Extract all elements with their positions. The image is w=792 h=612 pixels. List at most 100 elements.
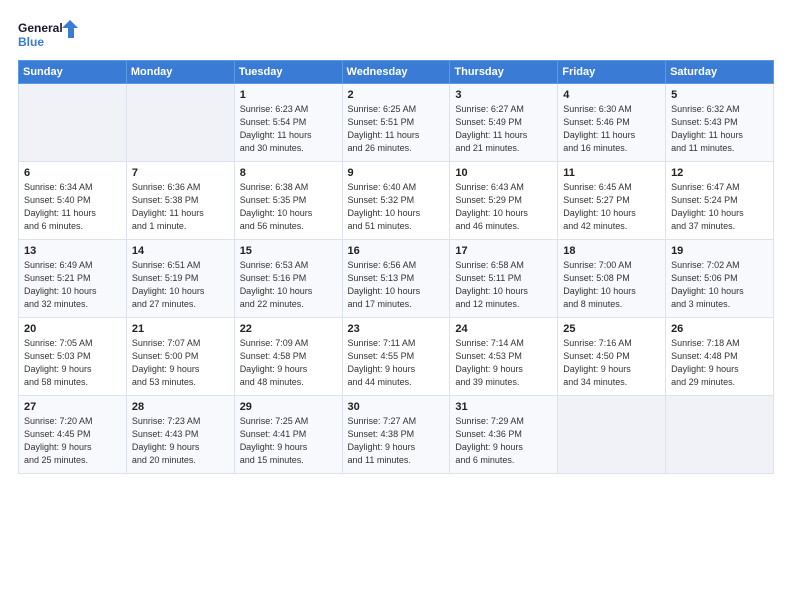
day-number: 30 [348,401,445,413]
calendar-cell: 1 Sunrise: 6:23 AM Sunset: 5:54 PM Daylig… [234,84,342,162]
calendar-cell: 16Sunrise: 6:56 AM Sunset: 5:13 PM Dayli… [342,240,450,318]
day-number: 18 [563,245,660,257]
calendar-cell: 28 Sunrise: 7:23 AM Sunset: 4:43 PM Dayli… [126,396,234,474]
day-number: 11 [563,167,660,179]
day-number: 2 [348,89,445,101]
weekday-header-thursday: Thursday [450,61,558,84]
day-number: 5 [671,89,768,101]
calendar-table: SundayMondayTuesdayWednesdayThursdayFrid… [18,60,774,474]
day-detail: Sunrise: 6:23 AM Sunset: 5:54 PM Dayligh… [240,103,337,155]
day-detail: Sunrise: 6:40 AM Sunset: 5:32 PM Dayligh… [348,181,445,233]
day-detail: Sunrise: 7:18 AM Sunset: 4:48 PM Dayligh… [671,337,768,389]
calendar-week-row: 6 Sunrise: 6:34 AM Sunset: 5:40 PM Daylig… [19,162,774,240]
calendar-week-row: 13 Sunrise: 6:49 AM Sunset: 5:21 PM Dayli… [19,240,774,318]
day-number: 13 [24,245,121,257]
svg-text:Blue: Blue [18,35,44,49]
day-number: 28 [132,401,229,413]
calendar-cell: 13 Sunrise: 6:49 AM Sunset: 5:21 PM Dayli… [19,240,127,318]
day-detail: Sunrise: 6:45 AM Sunset: 5:27 PM Dayligh… [563,181,660,233]
calendar-week-row: 27Sunrise: 7:20 AM Sunset: 4:45 PM Dayli… [19,396,774,474]
day-detail: Sunrise: 6:25 AM Sunset: 5:51 PM Dayligh… [348,103,445,155]
calendar-cell: 25 Sunrise: 7:16 AM Sunset: 4:50 PM Dayli… [558,318,666,396]
day-number: 21 [132,323,229,335]
calendar-cell: 20Sunrise: 7:05 AM Sunset: 5:03 PM Dayli… [19,318,127,396]
calendar-cell: 30 Sunrise: 7:27 AM Sunset: 4:38 PM Dayli… [342,396,450,474]
logo: General Blue [18,18,78,50]
calendar-week-row: 1 Sunrise: 6:23 AM Sunset: 5:54 PM Daylig… [19,84,774,162]
day-number: 15 [240,245,337,257]
day-number: 1 [240,89,337,101]
weekday-header-monday: Monday [126,61,234,84]
day-detail: Sunrise: 7:23 AM Sunset: 4:43 PM Dayligh… [132,415,229,467]
day-number: 10 [455,167,552,179]
calendar-cell: 10 Sunrise: 6:43 AM Sunset: 5:29 PM Dayli… [450,162,558,240]
day-number: 29 [240,401,337,413]
day-number: 14 [132,245,229,257]
day-detail: Sunrise: 6:49 AM Sunset: 5:21 PM Dayligh… [24,259,121,311]
calendar-cell: 7Sunrise: 6:36 AM Sunset: 5:38 PM Daylig… [126,162,234,240]
weekday-header-sunday: Sunday [19,61,127,84]
calendar-cell: 18 Sunrise: 7:00 AM Sunset: 5:08 PM Dayli… [558,240,666,318]
day-number: 19 [671,245,768,257]
calendar-cell: 24 Sunrise: 7:14 AM Sunset: 4:53 PM Dayli… [450,318,558,396]
calendar-cell: 26 Sunrise: 7:18 AM Sunset: 4:48 PM Dayli… [666,318,774,396]
day-number: 4 [563,89,660,101]
weekday-header-friday: Friday [558,61,666,84]
day-detail: Sunrise: 6:56 AM Sunset: 5:13 PM Dayligh… [348,259,445,311]
calendar-cell: 3 Sunrise: 6:27 AM Sunset: 5:49 PM Daylig… [450,84,558,162]
day-detail: Sunrise: 7:16 AM Sunset: 4:50 PM Dayligh… [563,337,660,389]
svg-text:General: General [18,21,63,35]
day-detail: Sunrise: 7:29 AM Sunset: 4:36 PM Dayligh… [455,415,552,467]
day-detail: Sunrise: 6:34 AM Sunset: 5:40 PM Dayligh… [24,181,121,233]
day-number: 12 [671,167,768,179]
calendar-cell: 8 Sunrise: 6:38 AM Sunset: 5:35 PM Daylig… [234,162,342,240]
day-detail: Sunrise: 7:27 AM Sunset: 4:38 PM Dayligh… [348,415,445,467]
calendar-cell [126,84,234,162]
day-detail: Sunrise: 7:14 AM Sunset: 4:53 PM Dayligh… [455,337,552,389]
calendar-cell: 2 Sunrise: 6:25 AM Sunset: 5:51 PM Daylig… [342,84,450,162]
day-number: 6 [24,167,121,179]
day-detail: Sunrise: 7:00 AM Sunset: 5:08 PM Dayligh… [563,259,660,311]
calendar-cell: 15Sunrise: 6:53 AM Sunset: 5:16 PM Dayli… [234,240,342,318]
day-number: 25 [563,323,660,335]
day-detail: Sunrise: 6:38 AM Sunset: 5:35 PM Dayligh… [240,181,337,233]
day-detail: Sunrise: 6:27 AM Sunset: 5:49 PM Dayligh… [455,103,552,155]
weekday-header-saturday: Saturday [666,61,774,84]
day-detail: Sunrise: 7:11 AM Sunset: 4:55 PM Dayligh… [348,337,445,389]
day-number: 17 [455,245,552,257]
weekday-header-wednesday: Wednesday [342,61,450,84]
day-detail: Sunrise: 6:47 AM Sunset: 5:24 PM Dayligh… [671,181,768,233]
day-number: 24 [455,323,552,335]
day-detail: Sunrise: 6:36 AM Sunset: 5:38 PM Dayligh… [132,181,229,233]
day-number: 3 [455,89,552,101]
calendar-cell: 5 Sunrise: 6:32 AM Sunset: 5:43 PM Daylig… [666,84,774,162]
calendar-cell: 12 Sunrise: 6:47 AM Sunset: 5:24 PM Dayli… [666,162,774,240]
day-number: 26 [671,323,768,335]
day-number: 27 [24,401,121,413]
day-detail: Sunrise: 6:32 AM Sunset: 5:43 PM Dayligh… [671,103,768,155]
day-detail: Sunrise: 6:30 AM Sunset: 5:46 PM Dayligh… [563,103,660,155]
calendar-cell: 14Sunrise: 6:51 AM Sunset: 5:19 PM Dayli… [126,240,234,318]
day-number: 31 [455,401,552,413]
day-detail: Sunrise: 7:09 AM Sunset: 4:58 PM Dayligh… [240,337,337,389]
day-number: 20 [24,323,121,335]
day-detail: Sunrise: 6:43 AM Sunset: 5:29 PM Dayligh… [455,181,552,233]
day-number: 23 [348,323,445,335]
day-detail: Sunrise: 7:07 AM Sunset: 5:00 PM Dayligh… [132,337,229,389]
calendar-cell: 6 Sunrise: 6:34 AM Sunset: 5:40 PM Daylig… [19,162,127,240]
weekday-header-tuesday: Tuesday [234,61,342,84]
header: General Blue [18,18,774,50]
calendar-cell: 4 Sunrise: 6:30 AM Sunset: 5:46 PM Daylig… [558,84,666,162]
calendar-cell: 29 Sunrise: 7:25 AM Sunset: 4:41 PM Dayli… [234,396,342,474]
calendar-week-row: 20Sunrise: 7:05 AM Sunset: 5:03 PM Dayli… [19,318,774,396]
calendar-cell: 21 Sunrise: 7:07 AM Sunset: 5:00 PM Dayli… [126,318,234,396]
day-detail: Sunrise: 7:25 AM Sunset: 4:41 PM Dayligh… [240,415,337,467]
calendar-cell: 17Sunrise: 6:58 AM Sunset: 5:11 PM Dayli… [450,240,558,318]
calendar-cell: 11 Sunrise: 6:45 AM Sunset: 5:27 PM Dayli… [558,162,666,240]
calendar-cell: 23 Sunrise: 7:11 AM Sunset: 4:55 PM Dayli… [342,318,450,396]
weekday-header-row: SundayMondayTuesdayWednesdayThursdayFrid… [19,61,774,84]
day-number: 8 [240,167,337,179]
calendar-cell: 19Sunrise: 7:02 AM Sunset: 5:06 PM Dayli… [666,240,774,318]
day-number: 22 [240,323,337,335]
page: General Blue SundayMondayTuesdayWednesda… [0,0,792,612]
